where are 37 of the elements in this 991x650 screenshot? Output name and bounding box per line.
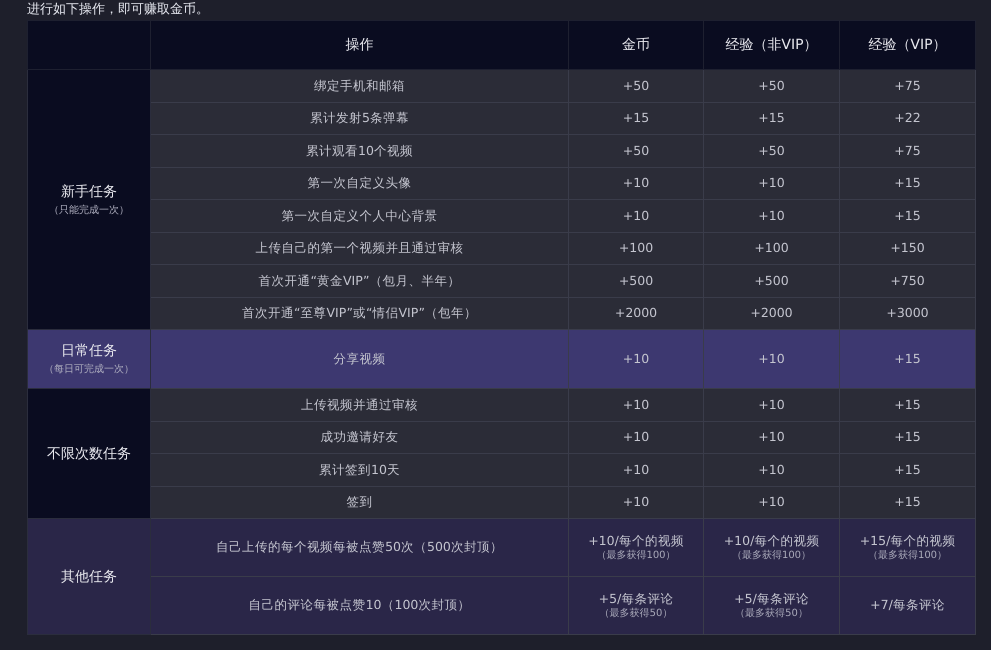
reward-cell: +10 [704,388,840,421]
category-cell: 新手任务 （只能完成一次） [28,70,150,330]
category-cell: 其他任务 [28,518,150,634]
task-cell: 首次开通“黄金VIP”（包月、半年） [150,264,568,297]
column-header: 金币 [568,20,704,70]
column-header: 经验（非VIP） [704,20,840,70]
reward-cell: +10 [568,388,704,421]
task-cell: 累计观看10个视频 [150,134,568,167]
reward-cell: +15 [840,388,976,421]
reward-cell: +10 [568,454,704,486]
category-cell: 日常任务 （每日可完成一次） [28,330,150,388]
reward-cell: +5/每条评论 （最多获得50） [568,576,704,634]
column-header: 操作 [150,20,568,70]
reward-cell: +50 [568,70,704,102]
task-cell: 第一次自定义个人中心背景 [150,200,568,232]
reward-cell: +7/每条评论 [840,576,976,634]
task-cell: 绑定手机和邮箱 [150,70,568,102]
intro-text: 进行如下操作，即可赚取金币。 [27,1,210,19]
reward-cell: +750 [840,264,976,297]
reward-cell: +50 [704,70,840,102]
reward-cell: +5/每条评论 （最多获得50） [704,576,840,634]
reward-cell: +10 [568,200,704,232]
reward-cell: +15 [840,200,976,232]
reward-cell: +50 [704,134,840,167]
reward-cell: +500 [704,264,840,297]
column-header: 经验（VIP） [840,20,976,70]
reward-cell: +10 [704,200,840,232]
reward-cell: +500 [568,264,704,297]
reward-cell: +75 [840,70,976,102]
reward-cell: +10 [704,454,840,486]
task-cell: 上传视频并通过审核 [150,388,568,421]
task-cell: 自己的评论每被点赞10（100次封顶） [150,576,568,634]
reward-cell: +75 [840,134,976,167]
reward-cell: +50 [568,134,704,167]
task-cell: 累计签到10天 [150,454,568,486]
reward-cell: +15 [840,454,976,486]
category-cell: 不限次数任务 [28,388,150,518]
